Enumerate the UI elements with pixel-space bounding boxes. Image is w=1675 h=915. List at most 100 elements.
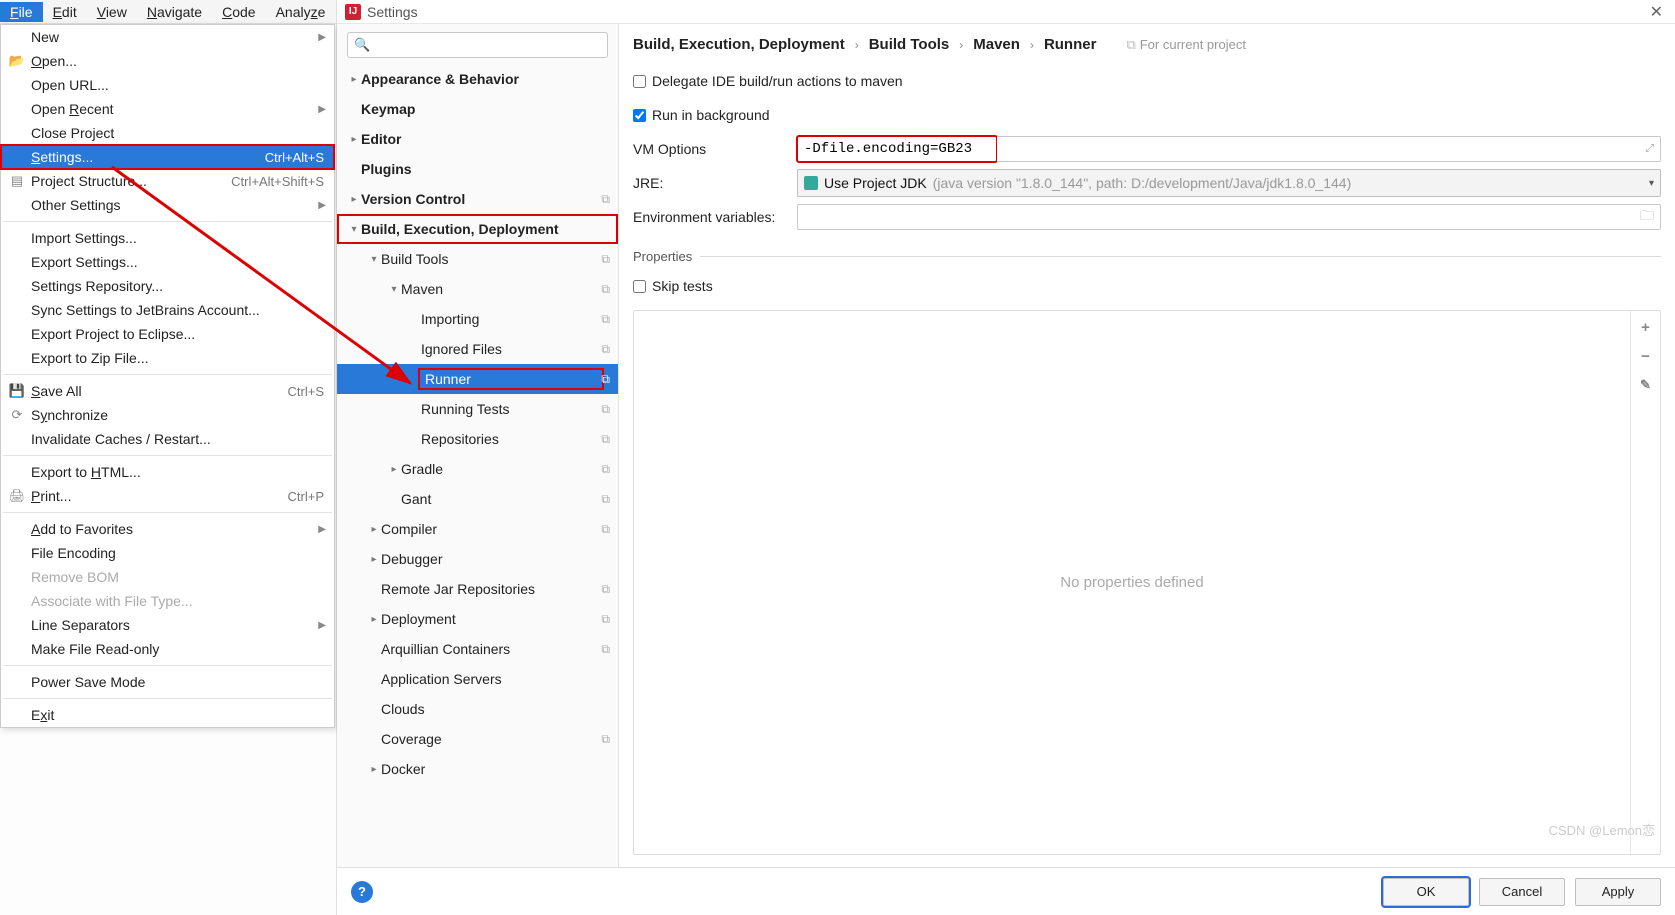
tree-node[interactable]: Gant⧉ bbox=[337, 484, 618, 514]
menu-item-icon bbox=[9, 230, 25, 246]
tree-node[interactable]: Coverage⧉ bbox=[337, 724, 618, 754]
apply-button[interactable]: Apply bbox=[1575, 878, 1661, 906]
menu-item[interactable]: Other Settings▶ bbox=[1, 193, 334, 217]
close-icon[interactable]: ✕ bbox=[1646, 2, 1667, 22]
menu-item[interactable]: Add to Favorites▶ bbox=[1, 517, 334, 541]
menu-file[interactable]: File bbox=[0, 2, 43, 22]
menu-item[interactable]: Close Project bbox=[1, 121, 334, 145]
chevron-down-icon: ▾ bbox=[1649, 178, 1654, 189]
menu-item[interactable]: Invalidate Caches / Restart... bbox=[1, 427, 334, 451]
menu-item[interactable]: ▤Project Structure...Ctrl+Alt+Shift+S bbox=[1, 169, 334, 193]
ok-button[interactable]: OK bbox=[1383, 878, 1469, 906]
menu-item-icon bbox=[9, 707, 25, 723]
dialog-buttonbar: ? OK Cancel Apply bbox=[337, 867, 1675, 915]
project-scope-icon: ⧉ bbox=[601, 402, 610, 417]
menu-item[interactable]: 📂Open... bbox=[1, 49, 334, 73]
menu-item[interactable]: 💾Save AllCtrl+S bbox=[1, 379, 334, 403]
menu-item[interactable]: ⟳Synchronize bbox=[1, 403, 334, 427]
project-scope-icon: ⧉ bbox=[601, 312, 610, 327]
remove-property-icon[interactable]: − bbox=[1641, 348, 1650, 365]
env-vars-input[interactable]: 🗀 bbox=[797, 204, 1661, 230]
tree-node[interactable]: ▸Appearance & Behavior bbox=[337, 64, 618, 94]
project-scope-icon: ⧉ bbox=[601, 522, 610, 537]
tree-node[interactable]: ▸Compiler⧉ bbox=[337, 514, 618, 544]
menu-code[interactable]: Code bbox=[212, 2, 265, 22]
menu-view[interactable]: View bbox=[87, 2, 137, 22]
menu-item[interactable]: Sync Settings to JetBrains Account... bbox=[1, 298, 334, 322]
menu-item[interactable]: Settings...Ctrl+Alt+S bbox=[1, 145, 334, 169]
menu-item[interactable]: Line Separators▶ bbox=[1, 613, 334, 637]
tree-node[interactable]: Clouds bbox=[337, 694, 618, 724]
settings-search-field[interactable] bbox=[374, 37, 601, 53]
tree-node[interactable]: ▸Deployment⧉ bbox=[337, 604, 618, 634]
menu-item[interactable]: Export Settings... bbox=[1, 250, 334, 274]
menu-item[interactable]: Import Settings... bbox=[1, 226, 334, 250]
menu-item-icon bbox=[9, 29, 25, 45]
menu-item[interactable]: Make File Read-only bbox=[1, 637, 334, 661]
tree-node[interactable]: Arquillian Containers⧉ bbox=[337, 634, 618, 664]
folder-open-icon[interactable]: 🗀 bbox=[1640, 205, 1654, 229]
tree-node[interactable]: ▸Debugger bbox=[337, 544, 618, 574]
settings-search-input[interactable]: 🔍 bbox=[347, 32, 608, 58]
menu-item[interactable]: Settings Repository... bbox=[1, 274, 334, 298]
tree-node[interactable]: ▸Version Control⧉ bbox=[337, 184, 618, 214]
menu-item[interactable]: 🖨Print...Ctrl+P bbox=[1, 484, 334, 508]
menu-item[interactable]: Export Project to Eclipse... bbox=[1, 322, 334, 346]
menu-item[interactable]: File Encoding bbox=[1, 541, 334, 565]
menubar: FileEditViewNavigateCodeAnalyze bbox=[0, 0, 336, 24]
tree-node[interactable]: ▾Maven⧉ bbox=[337, 274, 618, 304]
dialog-title: Settings bbox=[367, 4, 1646, 20]
menu-item: Associate with File Type... bbox=[1, 589, 334, 613]
add-property-icon[interactable]: + bbox=[1641, 319, 1650, 336]
project-scope-icon: ⧉ bbox=[601, 342, 610, 357]
menu-analyze[interactable]: Analyze bbox=[266, 2, 336, 22]
tree-node[interactable]: Plugins bbox=[337, 154, 618, 184]
settings-tree[interactable]: ▸Appearance & BehaviorKeymap▸EditorPlugi… bbox=[337, 64, 618, 867]
tree-node[interactable]: ▸Gradle⧉ bbox=[337, 454, 618, 484]
tree-node[interactable]: Running Tests⧉ bbox=[337, 394, 618, 424]
edit-property-icon[interactable]: ✎ bbox=[1640, 377, 1651, 393]
breadcrumb: Build, Execution, Deployment › Build Too… bbox=[633, 36, 1661, 53]
menu-item-icon bbox=[9, 545, 25, 561]
menu-item-icon bbox=[9, 431, 25, 447]
tree-node[interactable]: Repositories⧉ bbox=[337, 424, 618, 454]
menu-item-icon bbox=[9, 125, 25, 141]
search-icon: 🔍 bbox=[354, 37, 370, 53]
menu-item-icon bbox=[9, 254, 25, 270]
project-scope-hint: ⧉For current project bbox=[1126, 37, 1246, 53]
tree-node[interactable]: ▾Build Tools⧉ bbox=[337, 244, 618, 274]
cancel-button[interactable]: Cancel bbox=[1479, 878, 1565, 906]
tree-node[interactable]: Runner⧉ bbox=[337, 364, 618, 394]
menu-item-icon: ▤ bbox=[9, 173, 25, 189]
project-scope-icon: ⧉ bbox=[601, 432, 610, 447]
expand-icon[interactable]: ⤢ bbox=[1645, 143, 1654, 156]
project-scope-icon: ⧉ bbox=[601, 462, 610, 477]
tree-node[interactable]: Ignored Files⧉ bbox=[337, 334, 618, 364]
menu-item[interactable]: Open URL... bbox=[1, 73, 334, 97]
jre-select[interactable]: Use Project JDK (java version "1.8.0_144… bbox=[797, 169, 1661, 197]
tree-node[interactable]: Remote Jar Repositories⧉ bbox=[337, 574, 618, 604]
run-background-checkbox[interactable]: Run in background bbox=[633, 107, 770, 123]
tree-node[interactable]: ▸Docker bbox=[337, 754, 618, 784]
help-icon[interactable]: ? bbox=[351, 881, 373, 903]
delegate-checkbox[interactable]: Delegate IDE build/run actions to maven bbox=[633, 73, 903, 89]
vm-options-input[interactable] bbox=[797, 136, 997, 162]
menu-item[interactable]: Power Save Mode bbox=[1, 670, 334, 694]
menu-item-icon bbox=[9, 197, 25, 213]
jre-label: JRE: bbox=[633, 175, 797, 191]
menu-item[interactable]: Exit bbox=[1, 703, 334, 727]
tree-node[interactable]: Keymap bbox=[337, 94, 618, 124]
tree-node[interactable]: ▸Editor bbox=[337, 124, 618, 154]
menu-edit[interactable]: Edit bbox=[43, 2, 87, 22]
tree-node[interactable]: Application Servers bbox=[337, 664, 618, 694]
project-scope-icon: ⧉ bbox=[601, 252, 610, 267]
menu-item[interactable]: Open Recent▶ bbox=[1, 97, 334, 121]
menu-navigate[interactable]: Navigate bbox=[137, 2, 212, 22]
menu-item[interactable]: Export to HTML... bbox=[1, 460, 334, 484]
skip-tests-checkbox[interactable]: Skip tests bbox=[633, 278, 713, 294]
menu-item[interactable]: Export to Zip File... bbox=[1, 346, 334, 370]
menu-item[interactable]: New▶ bbox=[1, 25, 334, 49]
menu-item-icon bbox=[9, 302, 25, 318]
tree-node[interactable]: ▾Build, Execution, Deployment bbox=[337, 214, 618, 244]
tree-node[interactable]: Importing⧉ bbox=[337, 304, 618, 334]
